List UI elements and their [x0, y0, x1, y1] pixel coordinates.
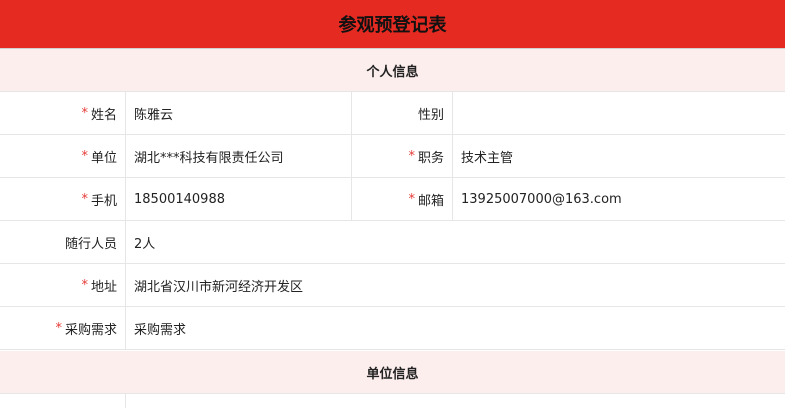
gender-field[interactable]	[453, 92, 785, 134]
form-row-partial	[0, 394, 785, 408]
name-label: * 姓名	[81, 105, 117, 123]
section-title: 个人信息	[366, 64, 419, 80]
form-row-company-position: * 单位 湖北***科技有限责任公司 * 职务 技术主管	[0, 135, 785, 178]
address-label: * 地址	[81, 277, 117, 295]
required-mark: *	[408, 191, 415, 207]
email-label: * 邮箱	[408, 191, 444, 209]
section-unit-info: 单位信息	[0, 351, 785, 394]
required-mark: *	[408, 148, 415, 164]
company-label: * 单位	[81, 148, 117, 166]
position-field[interactable]: 技术主管	[453, 135, 785, 177]
position-label: * 职务	[408, 148, 444, 166]
visit-registration-form: 参观预登记表 个人信息 * 姓名 陈雅云 性别 * 单位 湖北***科技有限责任…	[0, 0, 785, 408]
section-title: 单位信息	[366, 366, 419, 382]
purchase-label: * 采购需求	[55, 320, 117, 338]
form-row-address: * 地址 湖北省汉川市新河经济开发区	[0, 264, 785, 307]
gender-label: 性别	[417, 107, 444, 123]
address-field[interactable]: 湖北省汉川市新河经济开发区	[126, 264, 785, 306]
purchase-field[interactable]: 采购需求	[126, 307, 785, 349]
form-row-phone-email: * 手机 18500140988 * 邮箱 13925007000@163.co…	[0, 178, 785, 221]
form-row-companions: 随行人员 2人	[0, 221, 785, 264]
form-row-purchase: * 采购需求 采购需求	[0, 307, 785, 350]
required-mark: *	[81, 105, 88, 121]
form-title: 参观预登记表	[338, 15, 447, 36]
phone-field[interactable]: 18500140988	[126, 178, 351, 220]
required-mark: *	[81, 277, 88, 293]
companions-field[interactable]: 2人	[126, 221, 785, 263]
required-mark: *	[81, 191, 88, 207]
companions-label: 随行人员	[64, 236, 117, 252]
name-field[interactable]: 陈雅云	[126, 92, 351, 134]
required-mark: *	[55, 320, 62, 336]
company-field[interactable]: 湖北***科技有限责任公司	[126, 135, 351, 177]
required-mark: *	[81, 148, 88, 164]
section-personal-info: 个人信息	[0, 49, 785, 92]
email-field[interactable]: 13925007000@163.com	[453, 178, 785, 220]
form-header: 参观预登记表	[0, 0, 785, 49]
form-row-name-gender: * 姓名 陈雅云 性别	[0, 92, 785, 135]
phone-label: * 手机	[81, 191, 117, 209]
